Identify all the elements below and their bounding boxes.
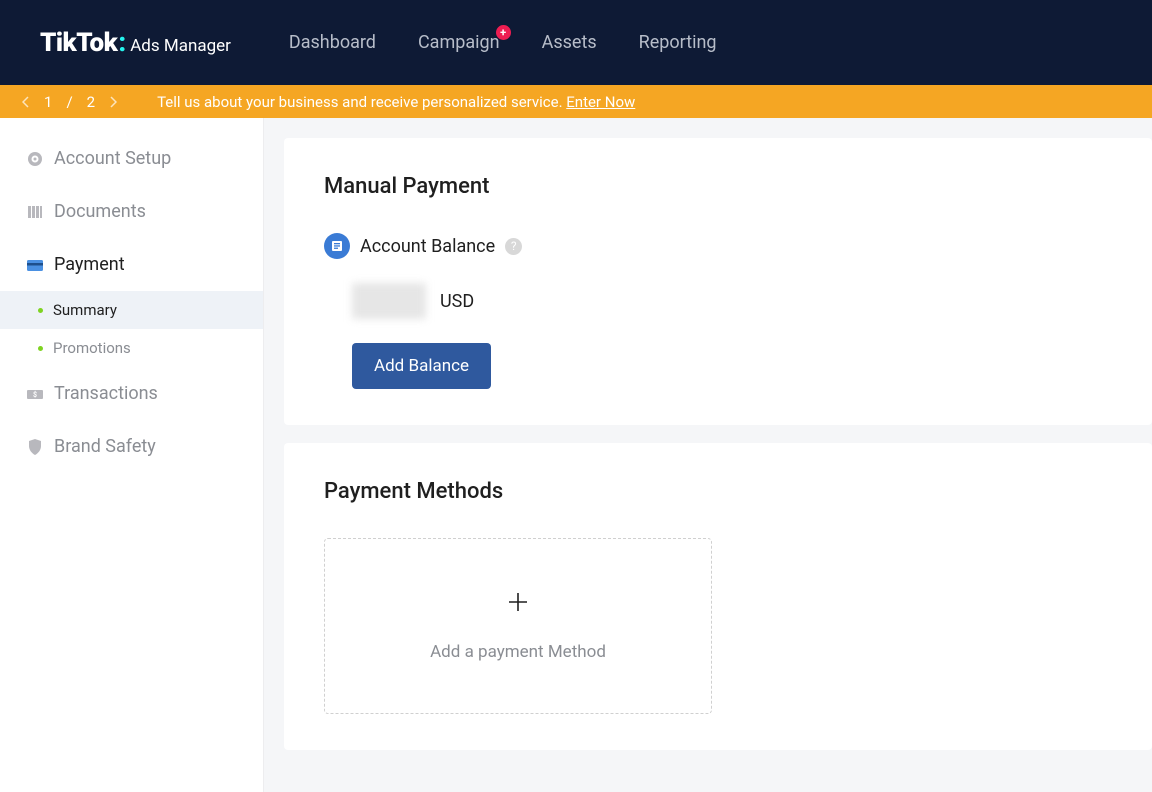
nav-assets[interactable]: Assets (542, 32, 597, 53)
sidebar-item-payment[interactable]: Payment (0, 238, 263, 291)
campaign-badge: + (496, 25, 511, 40)
plus-icon (507, 590, 529, 620)
logo[interactable]: TikTok : Ads Manager (40, 28, 231, 58)
sidebar-item-account-setup[interactable]: Account Setup (0, 132, 263, 185)
logo-sub: Ads Manager (130, 36, 231, 56)
add-payment-method-card[interactable]: Add a payment Method (324, 538, 712, 714)
sidebar: Account Setup Documents Payment Summary … (0, 118, 264, 792)
banner-sep: / (66, 93, 72, 111)
manual-payment-card: Manual Payment Account Balance ? USD Add… (284, 138, 1152, 425)
manual-payment-title: Manual Payment (324, 174, 1112, 199)
sidebar-sub-promotions[interactable]: Promotions (0, 329, 263, 367)
nav-reporting[interactable]: Reporting (639, 32, 717, 53)
banner-pager: 1 / 2 (0, 93, 133, 111)
banner-link[interactable]: Enter Now (566, 93, 635, 111)
logo-colon: : (118, 28, 126, 58)
sidebar-sub-label-summary: Summary (53, 301, 117, 319)
nav-links: Dashboard Campaign + Assets Reporting (289, 32, 717, 53)
top-nav: TikTok : Ads Manager Dashboard Campaign … (0, 0, 1152, 85)
balance-amount-redacted (352, 283, 426, 319)
sidebar-sub-summary[interactable]: Summary (0, 291, 263, 329)
svg-text:$: $ (33, 391, 37, 399)
sidebar-label-brand-safety: Brand Safety (54, 436, 156, 457)
help-icon[interactable]: ? (505, 238, 522, 255)
main-content: Manual Payment Account Balance ? USD Add… (264, 118, 1152, 792)
banner-message: Tell us about your business and receive … (157, 93, 566, 111)
banner-page-indicator: 1 / 2 (44, 93, 95, 111)
sidebar-label-payment: Payment (54, 254, 125, 275)
balance-row: USD (352, 283, 1112, 319)
notification-banner: 1 / 2 Tell us about your business and re… (0, 85, 1152, 118)
payment-methods-card: Payment Methods Add a payment Method (284, 443, 1152, 750)
balance-icon (324, 233, 350, 259)
nav-dashboard[interactable]: Dashboard (289, 32, 376, 53)
balance-currency: USD (440, 291, 474, 312)
money-icon: $ (26, 385, 44, 403)
account-balance-label: Account Balance (360, 236, 495, 257)
dot-icon (38, 346, 43, 351)
banner-total: 2 (87, 93, 95, 111)
payment-methods-title: Payment Methods (324, 479, 1112, 504)
sidebar-item-brand-safety[interactable]: Brand Safety (0, 420, 263, 473)
sidebar-item-transactions[interactable]: $ Transactions (0, 367, 263, 420)
banner-next-icon[interactable] (109, 96, 117, 108)
account-balance-header: Account Balance ? (324, 233, 1112, 259)
target-icon (26, 150, 44, 168)
shield-icon (26, 438, 44, 456)
sidebar-label-account-setup: Account Setup (54, 148, 171, 169)
dot-icon (38, 308, 43, 313)
add-balance-button[interactable]: Add Balance (352, 343, 491, 389)
layout: Account Setup Documents Payment Summary … (0, 118, 1152, 792)
sidebar-label-documents: Documents (54, 201, 146, 222)
sidebar-sub-label-promotions: Promotions (53, 339, 131, 357)
sidebar-item-documents[interactable]: Documents (0, 185, 263, 238)
banner-text: Tell us about your business and receive … (157, 93, 635, 111)
add-payment-method-text: Add a payment Method (430, 642, 606, 662)
logo-brand: TikTok (40, 28, 117, 58)
banner-current: 1 (44, 93, 52, 111)
nav-campaign[interactable]: Campaign + (418, 32, 500, 53)
documents-icon (26, 203, 44, 221)
nav-campaign-label: Campaign (418, 32, 500, 53)
banner-prev-icon[interactable] (22, 96, 30, 108)
sidebar-label-transactions: Transactions (54, 383, 158, 404)
wallet-icon (26, 256, 44, 274)
